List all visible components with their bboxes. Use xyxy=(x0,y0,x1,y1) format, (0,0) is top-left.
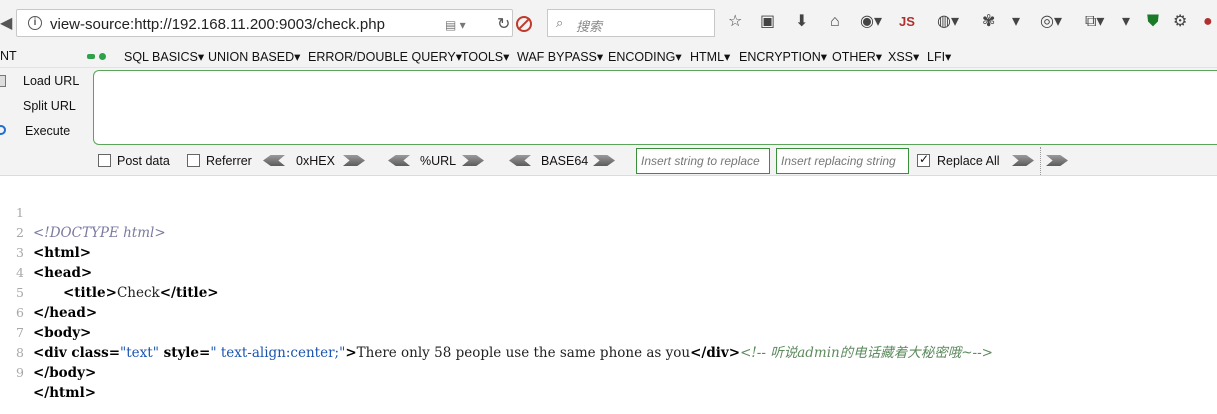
clipboard-icon[interactable]: ⧉▾ xyxy=(1085,13,1104,31)
replace-next-arrow-icon[interactable] xyxy=(1046,155,1068,166)
replacing-string-input[interactable]: Insert replacing string xyxy=(776,148,909,174)
replace-all-checkbox[interactable] xyxy=(917,152,930,167)
menu-dropdown-icon[interactable]: ▾ xyxy=(1012,13,1020,31)
search-box[interactable]: ⌕ 搜索 xyxy=(547,9,715,37)
source-line: 4 <title>Check</title> xyxy=(0,243,1217,301)
menu-partial[interactable]: NT xyxy=(0,49,17,63)
globe-icon[interactable]: ◍▾ xyxy=(937,13,959,31)
source-line: 8 </body> xyxy=(0,323,1217,381)
menu-sql-basics[interactable]: SQL BASICS▾ xyxy=(124,49,204,64)
block-icon[interactable] xyxy=(516,16,532,32)
source-line: 3 <head> xyxy=(0,223,1217,281)
url-decode-arrow-icon[interactable] xyxy=(388,155,410,166)
settings-icon[interactable]: ⚙ xyxy=(1173,13,1187,31)
source-line: 9 </html> xyxy=(0,343,1217,401)
replace-go-arrow-icon[interactable] xyxy=(1012,155,1034,166)
line-number: 9 xyxy=(16,365,24,380)
url-bar[interactable]: i view-source:http://192.168.11.200:9003… xyxy=(16,9,513,37)
menu-xss[interactable]: XSS▾ xyxy=(888,49,919,64)
search-icon: ⌕ xyxy=(556,15,564,30)
split-url-label: Split URL xyxy=(23,99,76,113)
reading-list-icon[interactable]: ▣ xyxy=(760,13,775,31)
addon-icon[interactable]: ◉▾ xyxy=(860,13,882,31)
download-icon[interactable]: ⬇ xyxy=(795,13,808,31)
replace-all-label: Replace All xyxy=(937,154,1000,168)
source-view: 1 <!DOCTYPE html> 2 <html> 3 <head> 4 <t… xyxy=(0,183,1217,401)
menu-error-double-query[interactable]: ERROR/DOUBLE QUERY▾ xyxy=(308,49,462,64)
source-line: 1 <!DOCTYPE html> xyxy=(0,183,1217,241)
source-line: 7 <div class="text" style=" text-align:c… xyxy=(0,303,1217,361)
back-icon[interactable]: ◀ xyxy=(0,13,14,33)
hackbar-panel: Load URL Split URL Execute Post data Ref… xyxy=(0,68,1217,176)
palette-icon[interactable]: ✾ xyxy=(982,13,995,31)
hackbar-menu: NT SQL BASICS▾ UNION BASED▾ ERROR/DOUBLE… xyxy=(0,44,1217,68)
menu-tools[interactable]: TOOLS▾ xyxy=(461,49,509,64)
base64-encode-arrow-icon[interactable] xyxy=(593,155,615,166)
url-encode-arrow-icon[interactable] xyxy=(462,155,484,166)
toggle-icon[interactable] xyxy=(87,53,109,61)
split-url-icon xyxy=(0,100,6,112)
base64-decode-arrow-icon[interactable] xyxy=(509,155,531,166)
html-close-tag: </html> xyxy=(33,385,97,401)
url-text[interactable]: view-source:http://192.168.11.200:9003/c… xyxy=(50,16,385,33)
execute-label: Execute xyxy=(25,124,71,138)
post-data-checkbox[interactable] xyxy=(98,154,111,167)
url-encode-label: %URL xyxy=(420,154,457,168)
source-line: 6 <body> xyxy=(0,283,1217,341)
menu-waf-bypass[interactable]: WAF BYPASS▾ xyxy=(517,49,603,64)
base64-label: BASE64 xyxy=(541,154,589,168)
shield-icon[interactable]: ⛊ xyxy=(1147,13,1159,31)
hex-label: 0xHEX xyxy=(296,154,335,168)
menu-html[interactable]: HTML▾ xyxy=(690,49,730,64)
js-toggle[interactable]: JS xyxy=(899,13,915,31)
menu-lfi[interactable]: LFI▾ xyxy=(927,49,951,64)
reload-icon[interactable]: ↻ xyxy=(497,14,510,34)
menu-union-based[interactable]: UNION BASED▾ xyxy=(208,49,300,64)
eye-icon[interactable]: ◎▾ xyxy=(1040,13,1062,31)
referrer-label: Referrer xyxy=(206,154,252,168)
menu-encoding[interactable]: ENCODING▾ xyxy=(608,49,682,64)
hackbar-url-textarea[interactable] xyxy=(93,70,1217,145)
browser-toolbar: ◀ i view-source:http://192.168.11.200:90… xyxy=(0,0,1217,44)
hex-decode-arrow-icon[interactable] xyxy=(263,155,285,166)
separator xyxy=(1040,147,1041,175)
replace-string-input[interactable]: Insert string to replace xyxy=(636,148,770,174)
hex-encode-arrow-icon[interactable] xyxy=(343,155,365,166)
post-data-label: Post data xyxy=(117,154,170,168)
execute-icon xyxy=(0,125,6,135)
menu-other[interactable]: OTHER▾ xyxy=(832,49,882,64)
search-placeholder: 搜索 xyxy=(576,19,603,34)
referrer-checkbox[interactable] xyxy=(187,154,200,167)
body-close-tag: </body> xyxy=(33,365,97,381)
page-actions-icon[interactable]: ▤ ▾ xyxy=(445,18,466,32)
bookmark-star-icon[interactable]: ☆ xyxy=(728,13,742,31)
source-line: 5 </head> xyxy=(0,263,1217,321)
adblock-icon[interactable]: ● xyxy=(1203,13,1213,31)
source-line: 2 <html> xyxy=(0,203,1217,261)
load-url-icon xyxy=(0,75,6,87)
home-icon[interactable]: ⌂ xyxy=(830,13,840,31)
overflow-icon[interactable]: ▾ xyxy=(1122,13,1130,31)
info-icon[interactable]: i xyxy=(28,16,42,30)
load-url-label: Load URL xyxy=(23,74,80,88)
menu-encryption[interactable]: ENCRYPTION▾ xyxy=(739,49,827,64)
